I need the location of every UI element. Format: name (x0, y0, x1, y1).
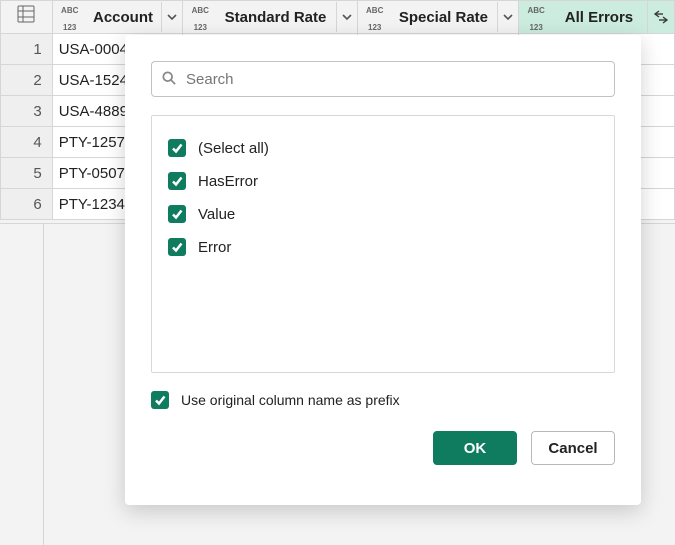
ok-button[interactable]: OK (433, 431, 517, 465)
checkbox-checked-icon (168, 139, 186, 157)
checkbox-checked-icon (151, 391, 169, 409)
option-has-error[interactable]: HasError (168, 166, 598, 196)
option-select-all[interactable]: (Select all) (168, 133, 598, 163)
row-number[interactable]: 4 (1, 127, 53, 158)
option-label: (Select all) (198, 140, 269, 157)
option-label: HasError (198, 173, 258, 190)
expand-options-list: (Select all) HasError Value Error (151, 115, 615, 373)
search-field[interactable] (151, 61, 615, 97)
checkbox-checked-icon (168, 238, 186, 256)
column-filter-standard-rate[interactable] (336, 2, 357, 32)
row-number[interactable]: 1 (1, 34, 53, 65)
column-header-all-errors[interactable]: All Errors (551, 9, 647, 26)
expand-column-panel: (Select all) HasError Value Error Use or… (125, 35, 641, 505)
column-filter-special-rate[interactable] (497, 2, 518, 32)
column-header-standard-rate[interactable]: Standard Rate (215, 9, 335, 26)
search-input[interactable] (184, 70, 604, 89)
column-filter-account[interactable] (161, 2, 182, 32)
option-error[interactable]: Error (168, 232, 598, 262)
prefix-label: Use original column name as prefix (181, 392, 400, 408)
option-label: Error (198, 239, 231, 256)
any-type-icon[interactable]: ABC123 (189, 6, 211, 28)
checkbox-checked-icon (168, 172, 186, 190)
option-label: Value (198, 206, 235, 223)
row-number[interactable]: 3 (1, 96, 53, 127)
search-icon (162, 71, 184, 88)
option-value[interactable]: Value (168, 199, 598, 229)
use-original-prefix-toggle[interactable]: Use original column name as prefix (151, 391, 615, 409)
column-header-account[interactable]: Account (85, 9, 162, 26)
checkbox-checked-icon (168, 205, 186, 223)
column-header-special-rate[interactable]: Special Rate (390, 9, 497, 26)
expand-column-icon[interactable] (648, 1, 674, 33)
any-type-icon[interactable]: ABC123 (364, 6, 386, 28)
row-number[interactable]: 5 (1, 158, 53, 189)
row-number[interactable]: 6 (1, 189, 53, 220)
any-type-icon[interactable]: ABC123 (525, 6, 547, 28)
any-type-icon[interactable]: ABC123 (59, 6, 81, 28)
table-icon[interactable] (14, 5, 38, 29)
cancel-button[interactable]: Cancel (531, 431, 615, 465)
row-number[interactable]: 2 (1, 65, 53, 96)
